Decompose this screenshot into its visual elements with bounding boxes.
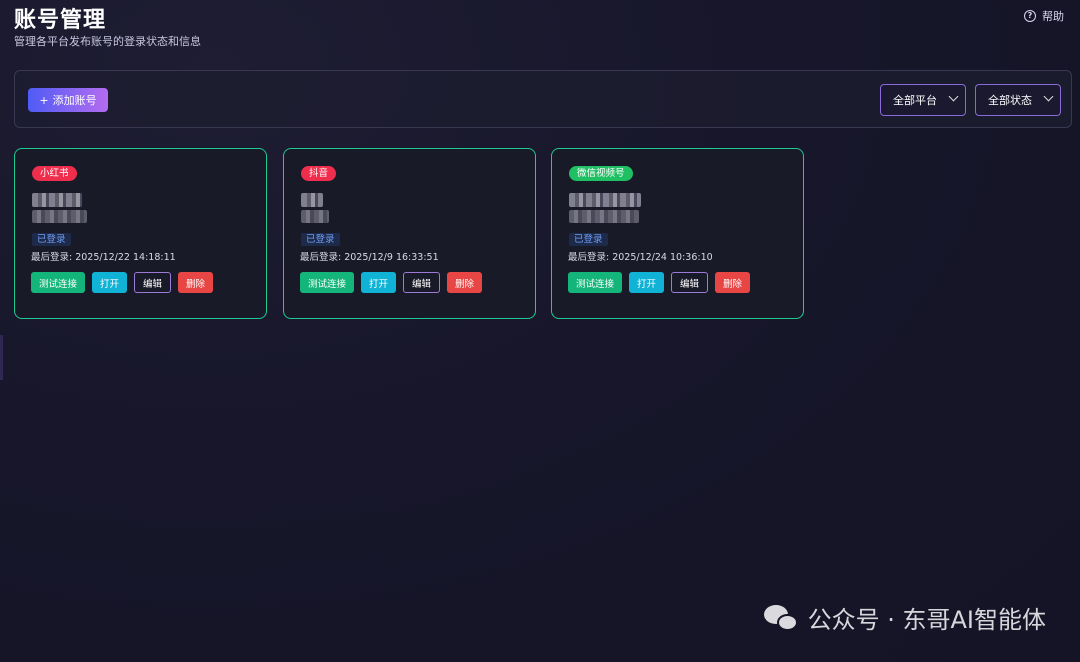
edit-button[interactable]: 编辑 — [403, 272, 441, 293]
chevron-down-icon — [948, 91, 959, 102]
last-login-text: 最后登录: 2025/12/22 14:18:11 — [31, 252, 176, 263]
delete-button[interactable]: 删除 — [178, 272, 214, 293]
test-connection-button[interactable]: 测试连接 — [300, 272, 355, 293]
status-filter-select[interactable]: 全部状态 — [975, 84, 1061, 116]
account-name-blurred — [301, 193, 323, 207]
test-connection-button[interactable]: 测试连接 — [31, 272, 86, 293]
test-connection-button[interactable]: 测试连接 — [568, 272, 623, 293]
open-button[interactable]: 打开 — [629, 272, 665, 293]
status-filter-value: 全部状态 — [988, 94, 1032, 107]
platform-filter-value: 全部平台 — [893, 94, 937, 107]
plus-icon: + — [39, 93, 49, 107]
platform-tag: 微信视频号 — [569, 166, 633, 181]
last-login-text: 最后登录: 2025/12/24 10:36:10 — [568, 252, 713, 263]
add-account-label: 添加账号 — [52, 94, 97, 107]
account-id-blurred — [569, 210, 639, 223]
platform-filter-select[interactable]: 全部平台 — [880, 84, 966, 116]
account-id-blurred — [301, 210, 329, 223]
status-badge: 已登录 — [32, 233, 71, 246]
account-name-blurred — [569, 193, 641, 207]
platform-tag: 抖音 — [301, 166, 337, 181]
watermark: 公众号 · 东哥AI智能体 — [763, 600, 1046, 635]
status-badge: 已登录 — [569, 233, 608, 246]
account-card-xiaohongshu: 小红书 已登录 最后登录: 2025/12/22 14:18:11 测试连接 打… — [14, 148, 267, 319]
help-link[interactable]: ? 帮助 — [1024, 8, 1064, 24]
card-actions: 测试连接 打开 编辑 删除 — [31, 272, 214, 293]
open-button[interactable]: 打开 — [361, 272, 397, 293]
edit-button[interactable]: 编辑 — [134, 272, 172, 293]
edit-button[interactable]: 编辑 — [671, 272, 709, 293]
page-title: 账号管理 — [14, 8, 107, 33]
sidebar-edge — [0, 335, 3, 380]
help-label: 帮助 — [1042, 10, 1064, 23]
watermark-text: 公众号 · 东哥AI智能体 — [807, 606, 1046, 634]
chevron-down-icon — [1043, 91, 1054, 102]
account-name-blurred — [32, 193, 82, 207]
status-badge: 已登录 — [301, 233, 340, 246]
add-account-button[interactable]: + 添加账号 — [28, 88, 108, 112]
wechat-icon — [763, 603, 800, 633]
account-id-blurred — [32, 210, 87, 223]
open-button[interactable]: 打开 — [92, 272, 128, 293]
account-card-douyin: 抖音 已登录 最后登录: 2025/12/9 16:33:51 测试连接 打开 … — [283, 148, 536, 319]
last-login-text: 最后登录: 2025/12/9 16:33:51 — [300, 252, 439, 263]
delete-button[interactable]: 删除 — [447, 272, 483, 293]
account-card-weixin-channels: 微信视频号 已登录 最后登录: 2025/12/24 10:36:10 测试连接… — [551, 148, 804, 319]
card-actions: 测试连接 打开 编辑 删除 — [300, 272, 483, 293]
card-actions: 测试连接 打开 编辑 删除 — [568, 272, 751, 293]
page-subtitle: 管理各平台发布账号的登录状态和信息 — [14, 35, 201, 48]
delete-button[interactable]: 删除 — [715, 272, 751, 293]
platform-tag: 小红书 — [32, 166, 77, 181]
help-icon: ? — [1024, 10, 1036, 22]
filter-toolbar: + 添加账号 全部平台 全部状态 — [14, 70, 1072, 128]
